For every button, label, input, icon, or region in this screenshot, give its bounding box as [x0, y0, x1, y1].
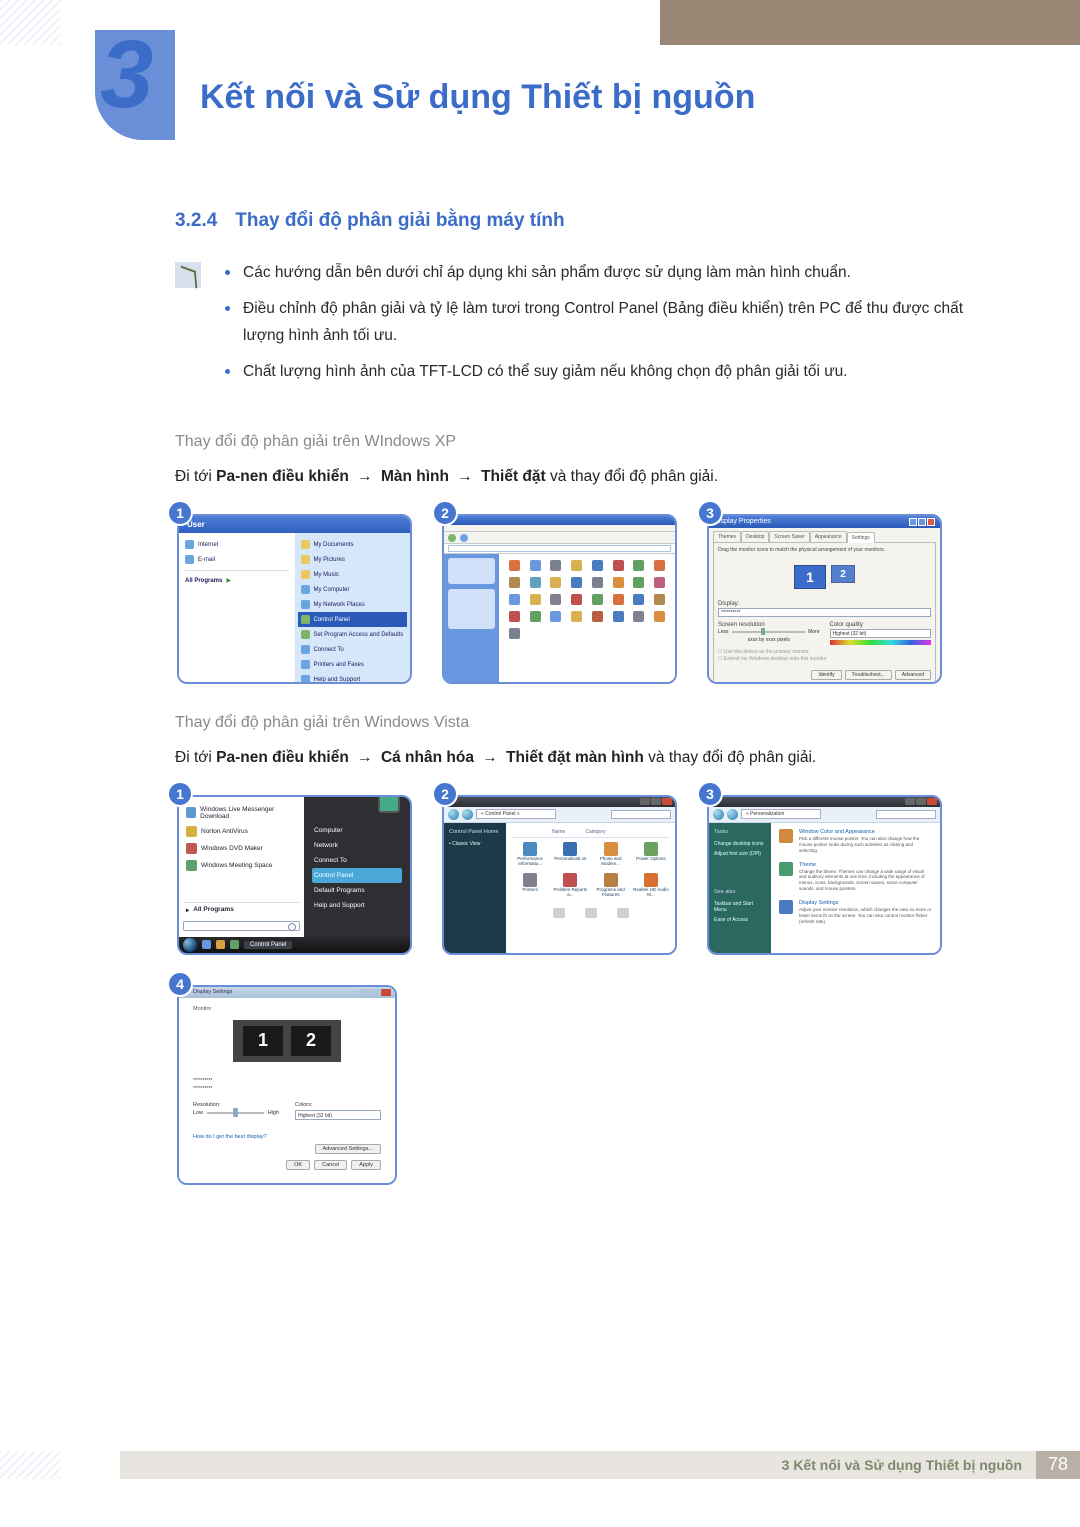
- page-content: 3.2.4 Thay đổi độ phân giải bằng máy tính…: [175, 210, 1000, 1185]
- chapter-number: 3: [100, 20, 153, 130]
- notice-list: Các hướng dẫn bên dưới chỉ áp dụng khi s…: [223, 260, 1000, 395]
- vista-screenshots-row-2: 4 Display Settings Monitor 1 2 *********…: [177, 985, 1000, 1185]
- notice-item: Điều chỉnh độ phân giải và tỷ lệ làm tươ…: [223, 296, 1000, 349]
- section-number: 3.2.4: [175, 210, 217, 231]
- step-badge: 3: [697, 781, 723, 807]
- arrow-icon: →: [457, 468, 473, 485]
- xp-display-props-mock: Display Properties ThemesDesktopScreen S…: [709, 516, 940, 682]
- xp-shot-1: 1 User Internet E-mail All Programs ▶: [177, 514, 412, 684]
- page-footer: 3 Kết nối và Sử dụng Thiết bị nguồn 78: [0, 1445, 1080, 1485]
- footer-chapter-label: 3 Kết nối và Sử dụng Thiết bị nguồn: [782, 1457, 1022, 1473]
- notice-item: Các hướng dẫn bên dưới chỉ áp dụng khi s…: [223, 260, 1000, 286]
- vista-personalization-mock: « Personalization Tasks Change desktop i…: [709, 797, 940, 953]
- step-badge: 1: [167, 781, 193, 807]
- chapter-title: Kết nối và Sử dụng Thiết bị nguồn: [200, 78, 1080, 117]
- vista-screenshots-row-1: 1 Windows Live Messenger Download Norton…: [177, 795, 1000, 955]
- step-badge: 3: [697, 500, 723, 526]
- vista-shot-1: 1 Windows Live Messenger Download Norton…: [177, 795, 412, 955]
- arrow-icon: →: [357, 749, 373, 766]
- step-badge: 4: [167, 971, 193, 997]
- step-badge: 2: [432, 500, 458, 526]
- xp-heading: Thay đổi độ phân giải trên WIndows XP: [175, 433, 1000, 451]
- xp-control-panel-mock: [444, 516, 675, 682]
- vista-shot-2: 2 « Control Panel » Control Panel Home •…: [442, 795, 677, 955]
- xp-instruction: Đi tới Pa-nen điều khiển → Màn hình → Th…: [175, 465, 1000, 490]
- vista-heading: Thay đổi độ phân giải trên Windows Vista: [175, 714, 1000, 732]
- note-icon: [175, 262, 201, 288]
- footer-hatch: [0, 1451, 60, 1479]
- vista-shot-4: 4 Display Settings Monitor 1 2 *********…: [177, 985, 397, 1185]
- section-title: Thay đổi độ phân giải bằng máy tính: [235, 210, 564, 231]
- xp-shot-3: 3 Display Properties ThemesDesktopScreen…: [707, 514, 942, 684]
- vista-display-settings-mock: Display Settings Monitor 1 2 ********** …: [179, 987, 395, 1183]
- header-brown-bar: [660, 0, 1080, 45]
- notice-block: Các hướng dẫn bên dưới chỉ áp dụng khi s…: [175, 260, 1000, 395]
- notice-item: Chất lượng hình ảnh của TFT-LCD có thể s…: [223, 359, 1000, 385]
- vista-shot-3: 3 « Personalization Tasks Change desktop…: [707, 795, 942, 955]
- xp-screenshots-row: 1 User Internet E-mail All Programs ▶: [177, 514, 1000, 684]
- footer-bar: 3 Kết nối và Sử dụng Thiết bị nguồn: [120, 1451, 1036, 1479]
- chapter-badge: 3: [0, 30, 170, 160]
- section-heading: 3.2.4 Thay đổi độ phân giải bằng máy tính: [175, 210, 1000, 232]
- xp-shot-2: 2: [442, 514, 677, 684]
- page-number: 78: [1036, 1451, 1080, 1479]
- vista-start-menu-mock: Windows Live Messenger Download Norton A…: [179, 797, 410, 953]
- vista-control-panel-mock: « Control Panel » Control Panel Home • C…: [444, 797, 675, 953]
- vista-instruction: Đi tới Pa-nen điều khiển → Cá nhân hóa →…: [175, 746, 1000, 771]
- step-badge: 2: [432, 781, 458, 807]
- chapter-header: 3 Kết nối và Sử dụng Thiết bị nguồn: [0, 30, 1080, 160]
- xp-start-menu-mock: User Internet E-mail All Programs ▶ My D…: [179, 516, 410, 682]
- arrow-icon: →: [357, 468, 373, 485]
- arrow-icon: →: [482, 749, 498, 766]
- step-badge: 1: [167, 500, 193, 526]
